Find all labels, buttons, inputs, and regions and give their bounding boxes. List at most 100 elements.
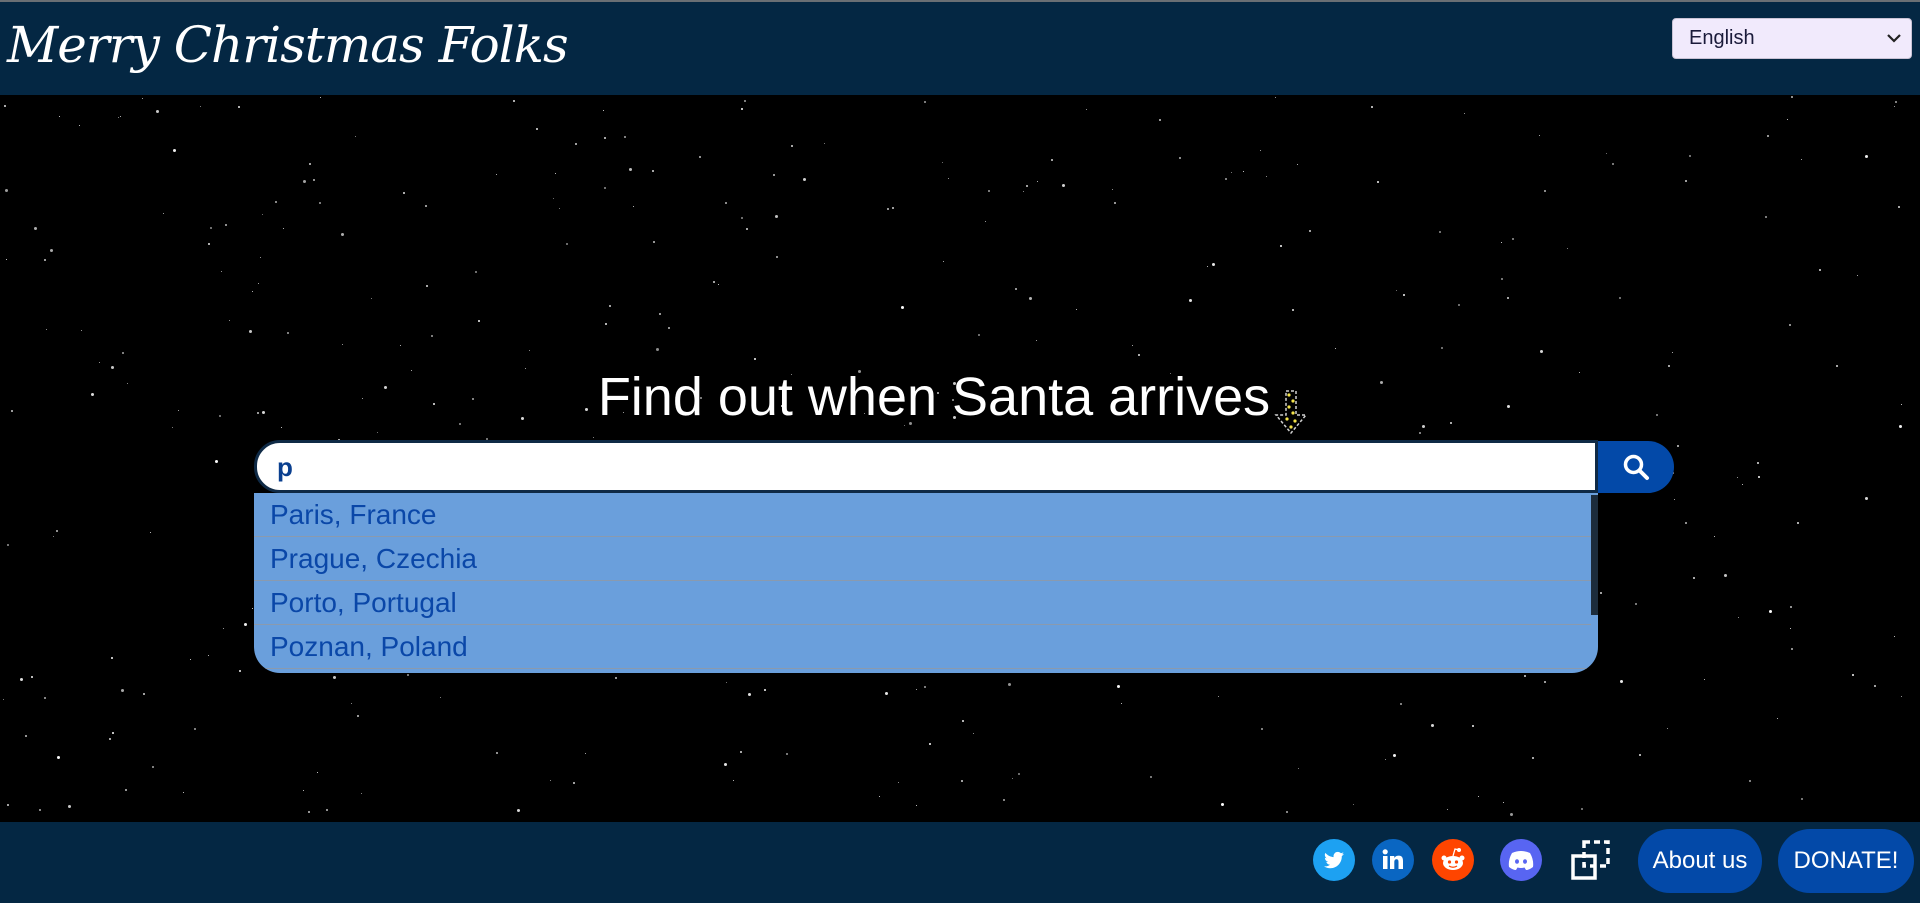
star	[1738, 617, 1740, 619]
star	[1138, 354, 1140, 356]
language-selected-value: English	[1689, 27, 1755, 49]
language-select[interactable]: English	[1672, 18, 1912, 59]
star	[496, 752, 498, 754]
star	[3, 699, 5, 701]
star	[1510, 813, 1513, 816]
star	[659, 313, 661, 315]
star	[1704, 679, 1706, 681]
star	[1159, 119, 1161, 121]
suggestion-item[interactable]: Prague, Czechia	[254, 537, 1591, 581]
star	[1179, 157, 1181, 159]
share-button[interactable]	[1569, 838, 1613, 882]
star	[262, 214, 264, 216]
suggestion-item[interactable]: Porto, Portugal	[254, 581, 1591, 625]
star	[1765, 216, 1767, 218]
star	[1874, 685, 1876, 687]
star	[961, 780, 963, 782]
star	[68, 805, 71, 808]
donate-button[interactable]: DONATE!	[1778, 829, 1914, 893]
star	[879, 796, 881, 798]
star	[1544, 190, 1546, 192]
star	[81, 330, 83, 332]
star	[1507, 297, 1509, 299]
star	[142, 98, 144, 100]
star	[194, 728, 196, 730]
star	[150, 532, 152, 534]
star	[1635, 603, 1637, 605]
star	[6, 259, 8, 261]
suggestion-item[interactable]: Paris, France	[254, 493, 1591, 537]
star	[283, 228, 285, 230]
reddit-button[interactable]	[1432, 839, 1474, 881]
star	[1037, 181, 1039, 183]
star	[1749, 780, 1751, 782]
star	[1501, 242, 1503, 244]
star	[724, 763, 727, 766]
search-box	[254, 440, 1598, 493]
star	[744, 100, 746, 102]
star	[1447, 809, 1449, 811]
star	[892, 207, 894, 209]
star	[898, 782, 900, 784]
star	[901, 306, 904, 309]
scrollbar-thumb[interactable]	[1591, 495, 1598, 615]
star	[1419, 432, 1421, 434]
star	[1672, 352, 1674, 354]
star	[1737, 477, 1739, 479]
star	[885, 692, 888, 695]
star	[1189, 299, 1192, 302]
star	[1012, 778, 1014, 780]
star	[122, 352, 124, 354]
search-button[interactable]	[1598, 441, 1674, 493]
star	[624, 136, 626, 138]
twitter-button[interactable]	[1313, 839, 1355, 881]
about-us-button[interactable]: About us	[1638, 829, 1762, 893]
star	[163, 213, 165, 215]
star	[740, 751, 742, 753]
star	[39, 809, 41, 811]
star	[183, 792, 185, 794]
star	[1801, 798, 1803, 800]
star	[775, 215, 778, 218]
star	[1791, 648, 1793, 650]
star	[1221, 803, 1224, 806]
star	[791, 145, 793, 147]
star	[407, 674, 409, 676]
star	[764, 689, 766, 691]
star	[573, 782, 575, 784]
star	[962, 720, 964, 722]
star	[303, 180, 306, 183]
star	[754, 358, 756, 360]
star	[726, 682, 728, 684]
star	[357, 715, 359, 717]
chevron-down-icon	[1887, 34, 1901, 43]
star	[7, 804, 9, 806]
search-input[interactable]	[277, 449, 1577, 485]
star	[718, 284, 720, 286]
star	[361, 793, 363, 795]
star	[652, 170, 654, 172]
star	[79, 125, 81, 127]
star	[1112, 189, 1114, 191]
star	[943, 261, 945, 263]
star	[1015, 288, 1017, 290]
star	[1309, 230, 1311, 232]
star	[985, 221, 987, 223]
suggestion-item[interactable]: Poznan, Poland	[254, 625, 1591, 669]
star	[699, 156, 701, 158]
star	[1791, 96, 1793, 98]
star	[748, 693, 751, 696]
site-title[interactable]: Merry Christmas Folks	[7, 16, 569, 74]
star	[1894, 106, 1896, 108]
share-icon	[1571, 840, 1610, 880]
linkedin-icon	[1382, 849, 1403, 869]
footer-bar: About us DONATE!	[0, 822, 1920, 903]
star	[190, 659, 192, 661]
star	[1261, 728, 1263, 730]
star	[252, 291, 254, 293]
star	[1757, 462, 1759, 464]
discord-icon	[1508, 851, 1534, 870]
star	[44, 697, 46, 699]
linkedin-button[interactable]	[1372, 839, 1414, 881]
discord-button[interactable]	[1500, 839, 1542, 881]
